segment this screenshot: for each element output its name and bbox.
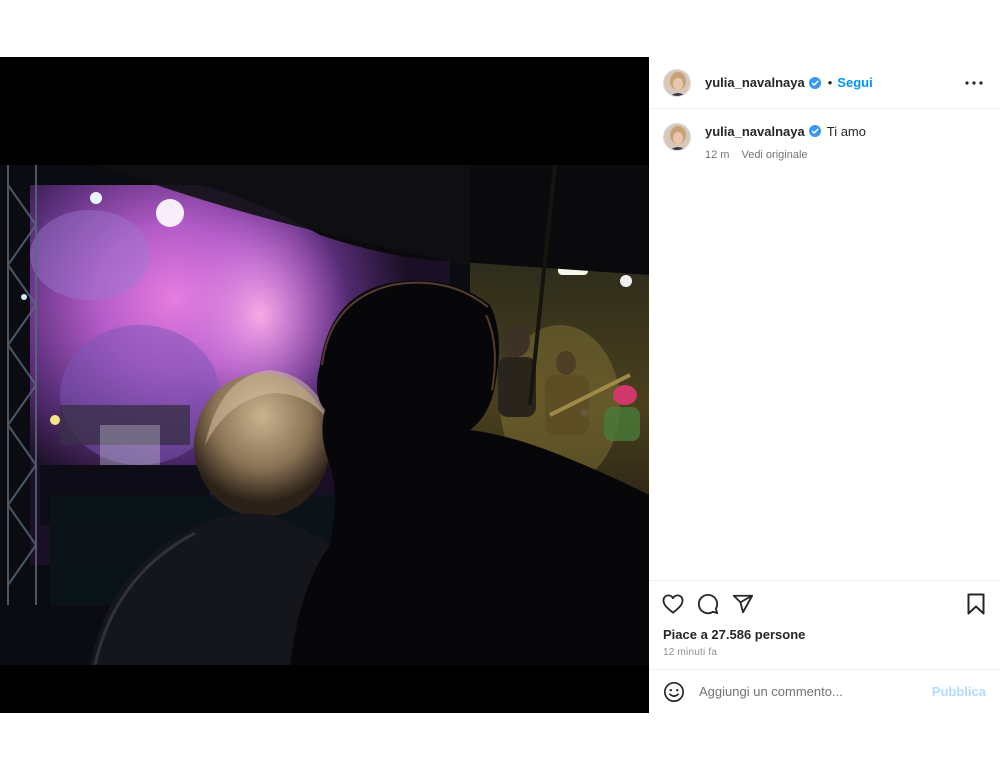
follow-button[interactable]: Segui [837,75,872,90]
smiley-face-icon[interactable] [663,681,685,703]
caption-verified-badge-icon [808,125,821,137]
publish-button[interactable]: Pubblica [932,684,986,699]
avatar[interactable] [663,68,691,97]
paper-plane-icon[interactable] [731,592,755,616]
verified-badge-icon [808,76,821,89]
username[interactable]: yulia_navalnaya [705,75,805,90]
post-timestamp: 12 minuti fa [663,647,718,658]
comment-bar: Pubblica [649,669,1000,713]
caption-username[interactable]: yulia_navalnaya [705,124,805,139]
concert-couple-photo [0,165,649,665]
avatar-image [664,69,690,96]
post-side-panel: yulia_navalnaya • Segui yulia_navalnaya … [649,57,1000,713]
caption-meta: 12 m Vedi originale [705,149,866,161]
see-original-link[interactable]: Vedi originale [741,149,807,161]
heart-icon[interactable] [661,592,685,616]
bookmark-icon[interactable] [964,592,988,616]
caption: yulia_navalnaya Ti amo 12 m Vedi originale [663,123,866,161]
header-separator: • [827,75,833,90]
actions-section: Piace a 27.586 persone 12 minuti fa [649,580,1000,658]
instagram-post: yulia_navalnaya • Segui yulia_navalnaya … [0,57,1000,713]
caption-avatar-image [664,124,690,150]
comment-bubble-icon[interactable] [696,592,720,616]
action-bar [649,581,1000,627]
post-photo [0,165,649,665]
caption-text: Ti amo [826,124,866,139]
post-media[interactable] [0,57,649,713]
more-options-icon[interactable] [962,71,986,95]
likes-count[interactable]: Piace a 27.586 persone [649,627,1000,642]
post-header: yulia_navalnaya • Segui [649,57,1000,109]
caption-body: yulia_navalnaya Ti amo 12 m Vedi originale [705,123,866,161]
caption-time: 12 m [705,149,730,161]
caption-avatar[interactable] [663,123,691,151]
comment-input[interactable] [699,684,932,699]
